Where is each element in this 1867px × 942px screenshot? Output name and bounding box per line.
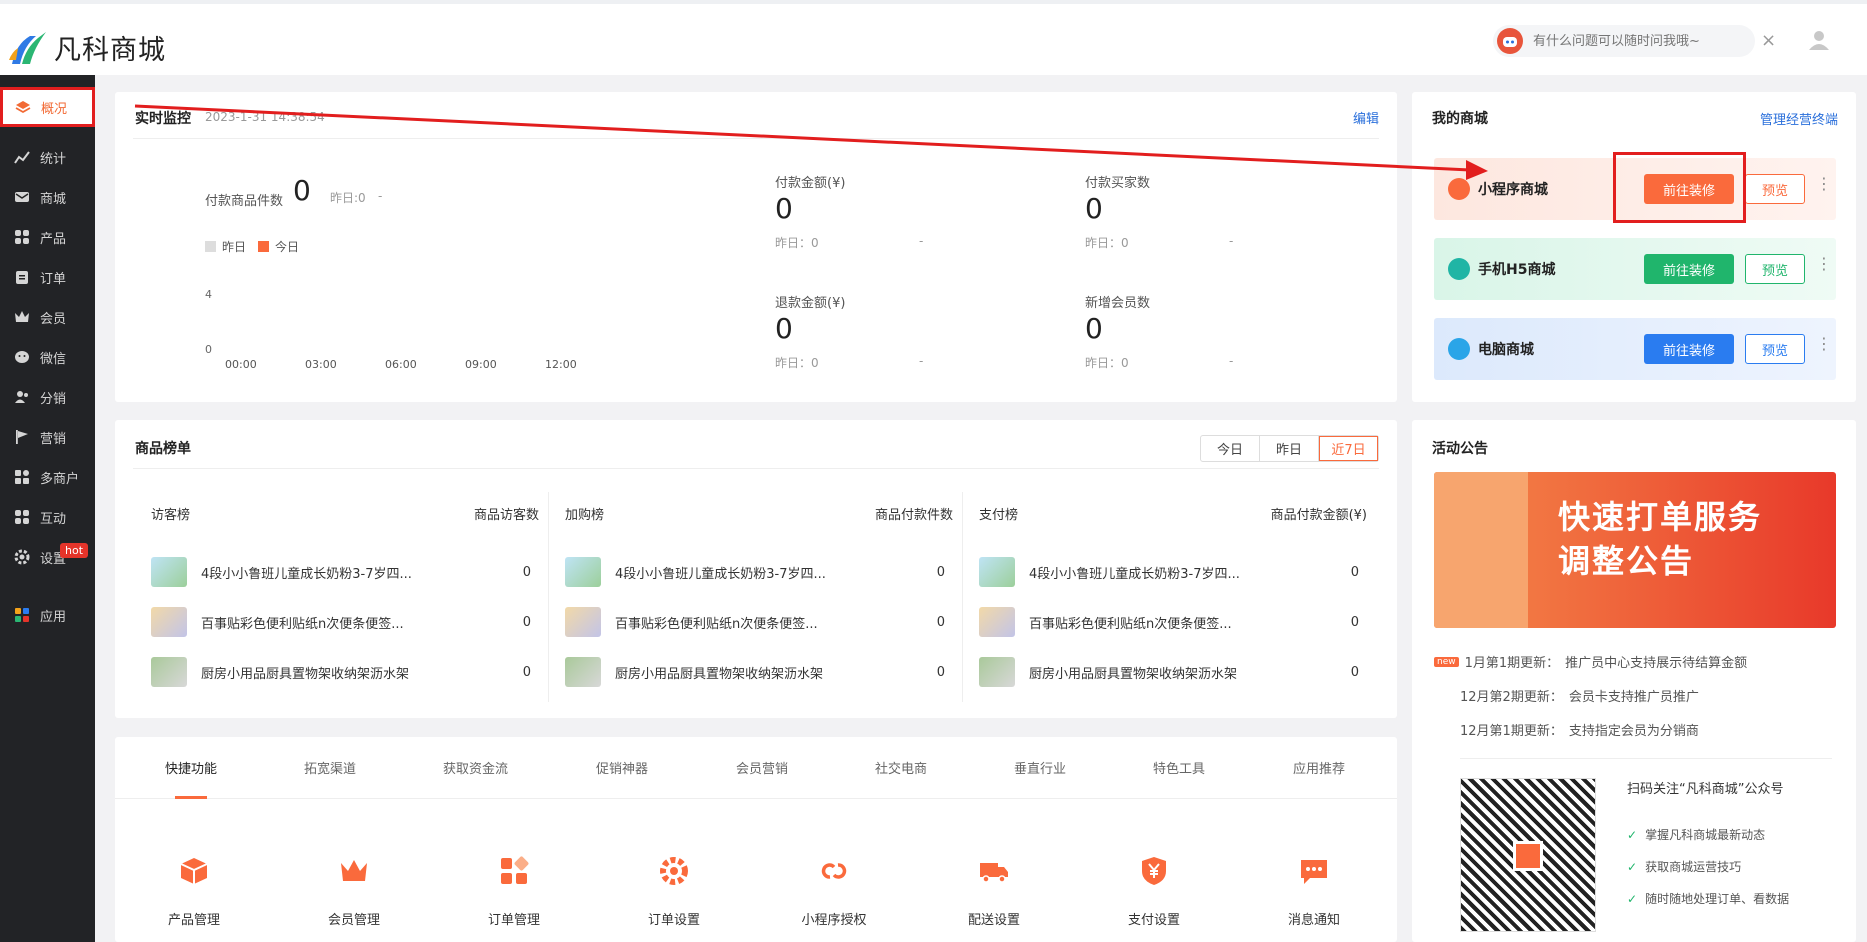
annotation-arrow: [134, 104, 1488, 180]
